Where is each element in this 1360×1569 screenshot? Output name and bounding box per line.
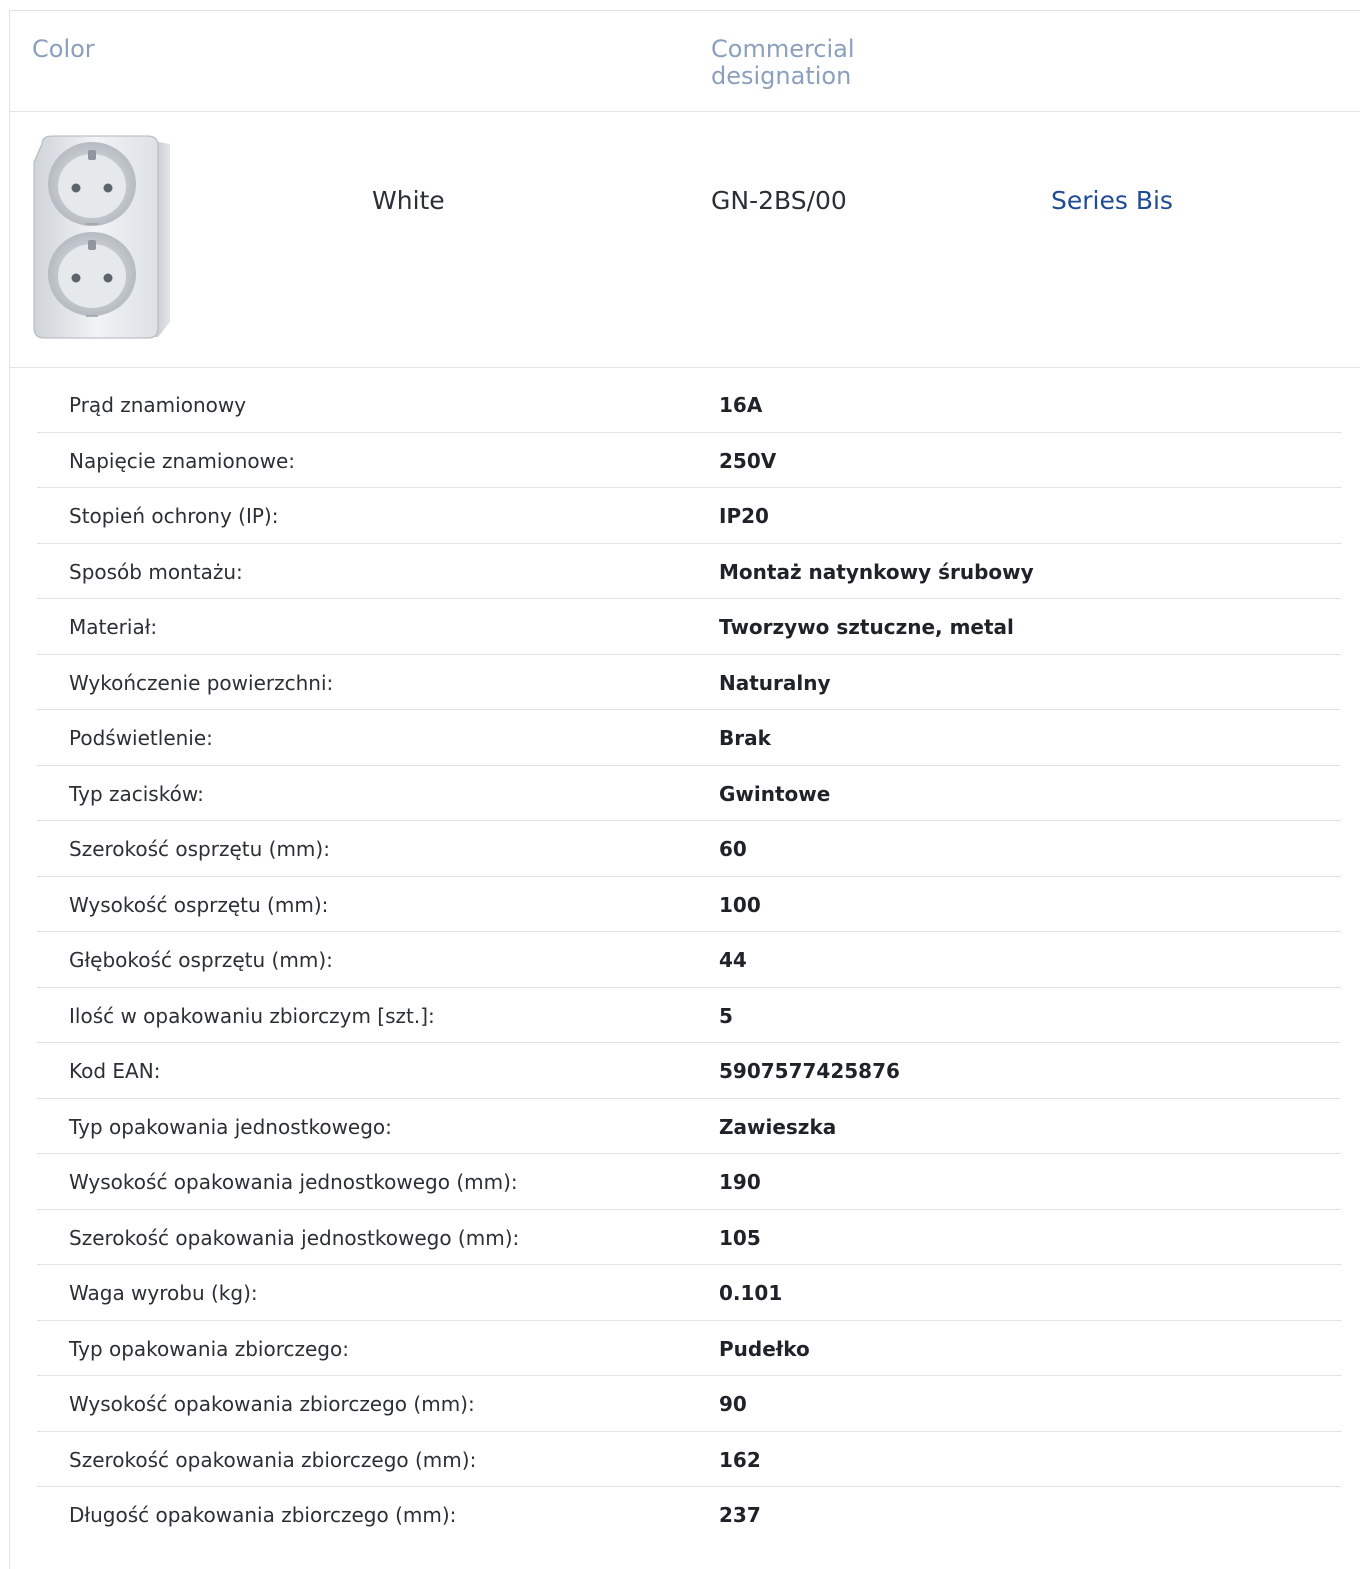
table-row: Typ opakowania zbiorczego: Pudełko (37, 1321, 1341, 1376)
spec-label: Prąd znamionowy (69, 393, 247, 417)
spec-value: IP20 (719, 504, 769, 528)
spec-label: Szerokość opakowania zbiorczego (mm): (69, 1447, 477, 1472)
series-link[interactable]: Series Bis (1051, 185, 1173, 217)
spec-label: Wysokość osprzętu (mm): (69, 892, 329, 917)
spec-value: Naturalny (719, 670, 831, 695)
table-row: Materiał: Tworzywo sztuczne, metal (37, 599, 1341, 655)
product-row: White GN-2BS/00 Series Bis (10, 112, 1360, 368)
spec-value: 60 (719, 837, 747, 861)
spec-label: Typ opakowania zbiorczego: (69, 1336, 349, 1361)
product-code: GN-2BS/00 (711, 186, 847, 215)
table-row: Sposób montażu: Montaż natynkowy śrubowy (37, 544, 1341, 599)
table-row: Podświetlenie: Brak (37, 710, 1341, 766)
spec-value: 90 (719, 1392, 747, 1416)
spec-label: Wysokość opakowania jednostkowego (mm): (69, 1170, 518, 1194)
header-commercial-designation: Commercial designation (711, 35, 855, 90)
spec-label: Wysokość opakowania zbiorczego (mm): (69, 1392, 475, 1416)
spec-value: Montaż natynkowy śrubowy (719, 559, 1034, 584)
table-row: Typ opakowania jednostkowego: Zawieszka (37, 1099, 1341, 1154)
spec-label: Typ zacisków: (69, 781, 204, 806)
spec-label: Sposób montażu: (69, 559, 243, 584)
table-row: Stopień ochrony (IP): IP20 (37, 488, 1341, 544)
spec-value: Tworzywo sztuczne, metal (719, 615, 1014, 639)
spec-label: Podświetlenie: (69, 726, 213, 750)
spec-value: 237 (719, 1503, 761, 1527)
spec-value: Zawieszka (719, 1114, 837, 1139)
spec-value: Pudełko (719, 1336, 810, 1361)
table-row: Wysokość opakowania zbiorczego (mm): 90 (37, 1376, 1341, 1432)
table-row: Wysokość osprzętu (mm): 100 (37, 877, 1341, 932)
spec-label: Waga wyrobu (kg): (69, 1281, 258, 1305)
specifications-table: Prąd znamionowy 16A Napięcie znamionowe: 25… (37, 377, 1341, 1543)
spec-value: 0.101 (719, 1281, 783, 1305)
spec-value: 5 (719, 1003, 733, 1028)
spec-value: 190 (719, 1170, 761, 1194)
header-color: Color (32, 35, 95, 63)
table-row: Długość opakowania zbiorczego (mm): 237 (37, 1487, 1341, 1543)
spec-label: Głębokość osprzętu (mm): (69, 948, 333, 972)
table-row: Ilość w opakowaniu zbiorczym [szt.]: 5 (37, 988, 1341, 1043)
table-row: Szerokość opakowania jednostkowego (mm):… (37, 1210, 1341, 1265)
table-row: Wykończenie powierzchni: Naturalny (37, 655, 1341, 710)
spec-value: 162 (719, 1447, 761, 1472)
double-socket-outlet-icon (33, 135, 170, 339)
spec-value: 250V (719, 448, 777, 473)
table-row: Szerokość opakowania zbiorczego (mm): 162 (37, 1432, 1341, 1487)
table-header: Color Commercial designation (10, 11, 1360, 112)
spec-value: 44 (719, 948, 747, 972)
table-row: Napięcie znamionowe: 250V (37, 433, 1341, 488)
table-row: Kod EAN: 5907577425876 (37, 1043, 1341, 1099)
spec-label: Napięcie znamionowe: (69, 448, 296, 473)
spec-value: Gwintowe (719, 781, 831, 806)
spec-label: Długość opakowania zbiorczego (mm): (69, 1503, 457, 1527)
spec-value: 105 (719, 1225, 761, 1250)
table-row: Prąd znamionowy 16A (37, 377, 1341, 433)
table-row: Typ zacisków: Gwintowe (37, 766, 1341, 821)
spec-label: Typ opakowania jednostkowego: (69, 1114, 392, 1139)
spec-label: Kod EAN: (69, 1059, 161, 1083)
spec-value: Brak (719, 726, 771, 750)
spec-label: Ilość w opakowaniu zbiorczym [szt.]: (69, 1003, 435, 1028)
table-row: Głębokość osprzętu (mm): 44 (37, 932, 1341, 988)
spec-label: Wykończenie powierzchni: (69, 670, 334, 695)
table-row: Wysokość opakowania jednostkowego (mm): 1… (37, 1154, 1341, 1210)
table-row: Waga wyrobu (kg): 0.101 (37, 1265, 1341, 1321)
spec-label: Szerokość opakowania jednostkowego (mm): (69, 1225, 520, 1250)
spec-value: 100 (719, 892, 761, 917)
product-color: White (372, 186, 445, 215)
spec-label: Materiał: (69, 615, 158, 639)
spec-value: 5907577425876 (719, 1059, 900, 1083)
table-row: Szerokość osprzętu (mm): 60 (37, 821, 1341, 877)
spec-label: Stopień ochrony (IP): (69, 504, 279, 528)
spec-label: Szerokość osprzętu (mm): (69, 837, 330, 861)
spec-value: 16A (719, 393, 763, 417)
